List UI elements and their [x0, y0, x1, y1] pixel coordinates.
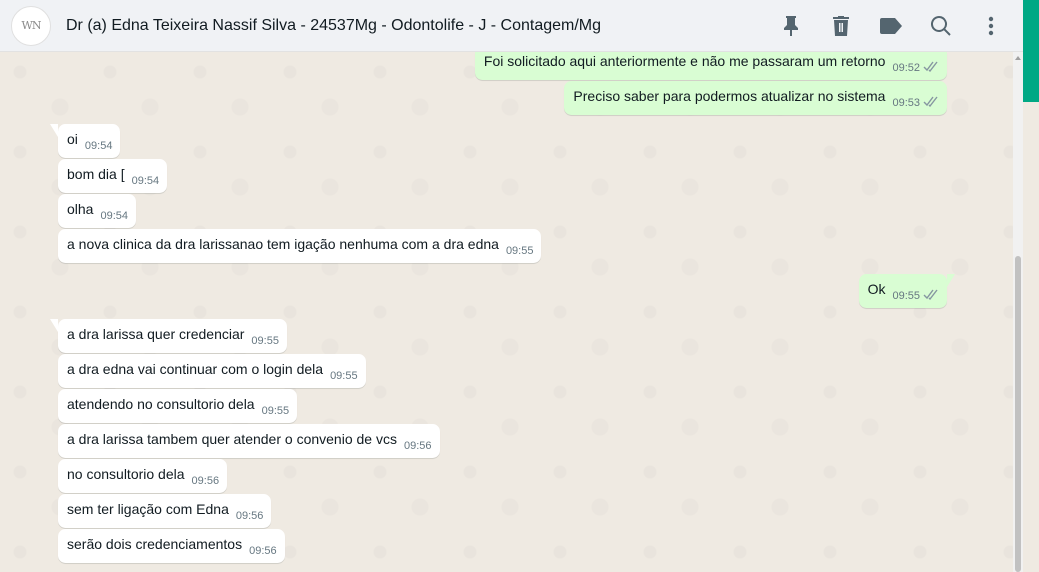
incoming-message[interactable]: serão dois credenciamentos 09:56	[58, 529, 285, 563]
outgoing-message[interactable]: Ok 09:55	[858, 274, 956, 308]
message-text: a dra larissa quer credenciar	[67, 326, 245, 342]
incoming-message[interactable]: a dra edna vai continuar com o login del…	[58, 354, 366, 388]
read-ticks-icon	[923, 61, 938, 72]
message-text: Preciso saber para podermos atualizar no…	[573, 88, 886, 104]
header-actions	[779, 0, 1003, 52]
message-time: 09:55	[892, 290, 920, 302]
menu-icon[interactable]	[979, 14, 1003, 38]
message-time: 09:55	[261, 405, 290, 417]
message-time: 09:54	[84, 140, 113, 152]
message-time: 09:55	[251, 335, 279, 347]
message-text: Ok	[867, 281, 886, 297]
message-text: olha	[67, 201, 94, 217]
message-time: 09:56	[191, 475, 220, 487]
message-text: no consultorio dela	[67, 466, 185, 482]
outgoing-message[interactable]: Preciso saber para podermos atualizar no…	[564, 81, 947, 115]
message-text: sem ter ligação com Edna	[67, 501, 229, 517]
incoming-message[interactable]: a dra larissa tambem quer atender o conv…	[58, 424, 440, 458]
message-text: atendendo no consultorio dela	[67, 396, 255, 412]
message-time: 09:56	[235, 510, 264, 522]
scroll-up-arrow[interactable]	[1015, 56, 1021, 60]
label-icon[interactable]	[879, 14, 903, 38]
message-text: a nova clinica da dra larissanao tem iga…	[67, 236, 499, 252]
message-time: 09:56	[249, 545, 277, 557]
message-text: a dra edna vai continuar com o login del…	[67, 361, 324, 377]
message-list[interactable]: Foi solicitado aqui anteriormente e não …	[0, 52, 1013, 572]
message-text: oi	[67, 131, 78, 147]
incoming-message[interactable]: atendendo no consultorio dela 09:55	[58, 389, 298, 423]
message-time: 09:54	[100, 210, 128, 222]
scroll-thumb[interactable]	[1015, 256, 1021, 572]
message-time: 09:56	[403, 440, 432, 452]
delete-icon[interactable]	[829, 14, 853, 38]
read-ticks-icon	[923, 289, 938, 300]
incoming-message[interactable]: a dra larissa quer credenciar 09:55	[50, 319, 287, 353]
chat-header: WN Dr (a) Edna Teixeira Nassif Silva - 2…	[0, 0, 1023, 52]
incoming-message[interactable]: bom dia [ 09:54	[58, 159, 168, 193]
incoming-message[interactable]: no consultorio dela 09:56	[58, 459, 228, 493]
outgoing-message[interactable]: Foi solicitado aqui anteriormente e não …	[474, 52, 947, 80]
message-time: 09:55	[505, 245, 534, 257]
incoming-message[interactable]: sem ter ligação com Edna 09:56	[58, 494, 272, 528]
message-time: 09:54	[131, 175, 160, 187]
contact-avatar[interactable]: WN	[11, 5, 51, 46]
incoming-message[interactable]: olha 09:54	[58, 194, 136, 228]
side-accent-strip	[1023, 0, 1039, 102]
message-text: Foi solicitado aqui anteriormente e não …	[483, 53, 886, 69]
message-time: 09:52	[892, 62, 920, 74]
pin-icon[interactable]	[779, 14, 803, 38]
chat-title[interactable]: Dr (a) Edna Teixeira Nassif Silva - 2453…	[66, 17, 601, 35]
search-icon[interactable]	[929, 14, 953, 38]
incoming-message[interactable]: oi 09:54	[49, 124, 121, 158]
read-ticks-icon	[923, 96, 938, 107]
avatar-logo-text: WN	[21, 19, 42, 32]
message-text: a dra larissa tambem quer atender o conv…	[67, 431, 397, 447]
message-text: serão dois credenciamentos	[67, 536, 243, 552]
message-time: 09:53	[892, 97, 920, 109]
incoming-message[interactable]: a nova clinica da dra larissanao tem iga…	[58, 229, 542, 263]
message-time: 09:55	[330, 370, 358, 382]
message-text: bom dia [	[67, 166, 125, 182]
chat-scrollbar[interactable]	[1013, 52, 1023, 572]
